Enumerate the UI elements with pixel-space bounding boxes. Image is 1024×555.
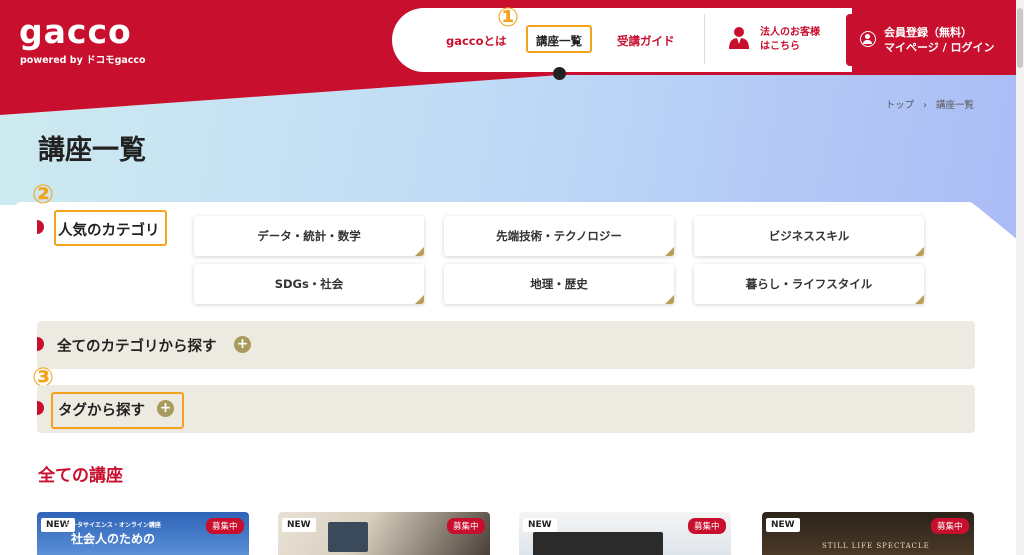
nav-about[interactable]: gaccoとは	[446, 33, 507, 49]
new-badge: NEW	[523, 518, 557, 532]
new-badge: NEW	[282, 518, 316, 532]
login-line-1: 会員登録（無料）	[884, 26, 972, 39]
corner-triangle-icon	[915, 295, 924, 304]
course-thumb-title: 社会人のための	[71, 532, 156, 546]
page-title: 講座一覧	[38, 135, 146, 166]
breadcrumb-separator: ›	[923, 100, 927, 111]
category-label: 暮らし・ライフスタイル	[745, 277, 873, 291]
category-geography-history[interactable]: 地理・歴史	[444, 264, 674, 304]
category-label: 先端技術・テクノロジー	[496, 229, 622, 243]
popular-categories-label: 人気のカテゴリ	[58, 223, 160, 239]
category-data-stats-math[interactable]: データ・統計・数学	[194, 216, 424, 256]
corporate-line-2: はこちら	[760, 41, 800, 52]
scrollbar-thumb[interactable]	[1017, 8, 1023, 68]
course-card[interactable]: NEW 募集中 データサイエンス・オンライン講座 社会人のための	[37, 512, 249, 555]
person-icon[interactable]	[728, 26, 750, 50]
corner-triangle-icon	[665, 295, 674, 304]
status-badge: 募集中	[447, 518, 485, 534]
category-sdgs-society[interactable]: SDGs・社会	[194, 264, 424, 304]
new-badge: NEW	[766, 518, 800, 532]
status-badge: 募集中	[931, 518, 969, 534]
scrollbar-track[interactable]	[1016, 0, 1024, 555]
all-categories-label[interactable]: 全てのカテゴリから探す	[57, 335, 217, 356]
category-advanced-tech[interactable]: 先端技術・テクノロジー	[444, 216, 674, 256]
tags-label[interactable]: タグから探す	[58, 399, 145, 420]
breadcrumb: トップ › 講座一覧	[886, 97, 974, 111]
nav-guide[interactable]: 受講ガイド	[617, 33, 675, 49]
category-label: 地理・歴史	[530, 277, 588, 291]
category-label: データ・統計・数学	[257, 229, 361, 243]
user-circle-icon	[860, 31, 876, 47]
category-lifestyle[interactable]: 暮らし・ライフスタイル	[694, 264, 924, 304]
corner-triangle-icon	[665, 247, 674, 256]
course-card[interactable]: NEW 募集中 STILL LIFE SPECTACLE	[762, 512, 974, 555]
course-card[interactable]: NEW 募集中	[519, 512, 731, 555]
corner-triangle-icon	[415, 247, 424, 256]
gacco-logo[interactable]: gacco	[19, 12, 132, 51]
annotation-1: ①	[497, 3, 520, 33]
category-label: SDGs・社会	[274, 277, 344, 291]
logo-tagline: powered by ドコモgacco	[20, 55, 146, 66]
course-thumb-subtitle: データサイエンス・オンライン講座	[65, 522, 161, 529]
annotation-2: ②	[32, 180, 55, 210]
login-button[interactable]: 会員登録（無料） マイページ / ログイン	[846, 14, 1016, 66]
course-thumb-image	[328, 522, 368, 552]
breadcrumb-current: 講座一覧	[935, 100, 974, 111]
nav-courses[interactable]: 講座一覧	[536, 33, 582, 49]
course-card[interactable]: NEW 募集中	[278, 512, 490, 555]
expand-plus-icon[interactable]: +	[157, 400, 174, 417]
all-courses-heading: 全ての講座	[38, 466, 123, 486]
login-line-2: マイページ / ログイン	[884, 41, 995, 54]
category-business-skills[interactable]: ビジネススキル	[694, 216, 924, 256]
category-label: ビジネススキル	[768, 229, 850, 243]
course-thumb-title: STILL LIFE SPECTACLE	[822, 542, 930, 550]
active-nav-dot	[553, 67, 566, 80]
course-thumb-image	[533, 532, 663, 555]
login-label: 会員登録（無料） マイページ / ログイン	[884, 25, 994, 55]
breadcrumb-home[interactable]: トップ	[886, 100, 915, 111]
corporate-link[interactable]: 法人のお客様 はこちら	[760, 26, 820, 54]
status-badge: 募集中	[206, 518, 244, 534]
expand-plus-icon[interactable]: +	[234, 336, 251, 353]
nav-separator	[704, 14, 705, 64]
status-badge: 募集中	[688, 518, 726, 534]
corporate-line-1: 法人のお客様	[760, 27, 820, 38]
corner-triangle-icon	[915, 247, 924, 256]
corner-triangle-icon	[415, 295, 424, 304]
